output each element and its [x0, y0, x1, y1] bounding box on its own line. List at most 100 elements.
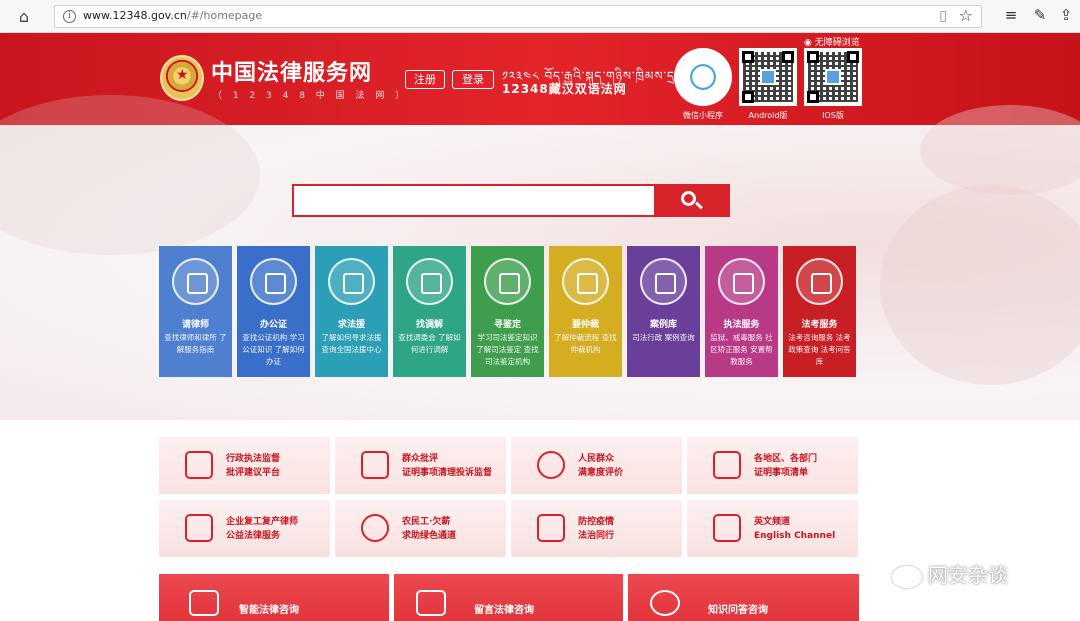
pen-icon[interactable]: ✎ — [1030, 6, 1050, 24]
tile-mediation[interactable]: 找调解 查找调委会 了解如何进行调解 — [393, 246, 466, 377]
card-epidemic-law[interactable]: 防控疫情 法治同行 — [511, 500, 682, 557]
qr-label-android: Android版 — [748, 111, 788, 120]
card-text: 人民群众 满意度评价 — [578, 454, 624, 478]
legal-aid-shield-icon — [328, 258, 375, 305]
tile-law-exam[interactable]: 法考服务 法考咨询服务 法考政策查询 法考问答库 — [783, 246, 856, 377]
url-host: www.12348.gov.cn — [83, 9, 187, 22]
monitor-icon — [185, 451, 213, 479]
card-migrant-wages[interactable]: 农民工·欠薪 求助绿色通道 — [335, 500, 506, 557]
tile-title: 找调解 — [415, 320, 443, 330]
tile-desc: 司法行政 案例查询 — [632, 333, 695, 342]
site-subtitle: （ 1 2 3 4 8 中 国 法 网 ） — [213, 91, 409, 101]
tile-lawyer[interactable]: 请律师 查找律师和律所 了解服务指南 — [159, 246, 232, 377]
wechat-miniprogram-qr — [674, 48, 732, 106]
card-text: 防控疫情 法治同行 — [578, 517, 615, 541]
watermark: 网安杂谈 — [892, 559, 1008, 588]
forensic-seal-icon — [484, 258, 531, 305]
handshake-icon — [406, 258, 453, 305]
arbitration-badge-icon — [562, 258, 609, 305]
tile-enforcement[interactable]: 执法服务 监狱、戒毒服务 社区矫正服务 安置帮教服务 — [705, 246, 778, 377]
tile-title: 寻鉴定 — [493, 320, 521, 330]
tile-desc: 查找调委会 了解如何进行调解 — [398, 333, 461, 354]
bilingual-site-link[interactable]: 12348藏汉双语法网 — [502, 80, 627, 97]
address-bar[interactable]: i www.12348.gov.cn/#/homepage ▯ ☆ — [54, 5, 982, 28]
info-icon[interactable]: i — [63, 10, 76, 23]
chat-bubble-icon — [416, 590, 446, 616]
emblem-icon — [718, 258, 765, 305]
scales-icon — [796, 258, 843, 305]
big-button-label: 留言法律咨询 — [474, 605, 534, 616]
tile-desc: 了解仲裁流程 查找仲裁机构 — [554, 333, 617, 354]
login-button[interactable]: 登录 — [452, 70, 494, 89]
register-button[interactable]: 注册 — [405, 70, 445, 89]
worker-helmet-icon — [361, 514, 389, 542]
tile-title: 办公证 — [259, 320, 287, 330]
card-text: 行政执法监督 批评建议平台 — [226, 454, 281, 478]
tile-case-library[interactable]: 案例库 司法行政 案例查询 — [627, 246, 700, 377]
browser-toolbar: ⌂ i www.12348.gov.cn/#/homepage ▯ ☆ ≡ ✎ … — [0, 0, 1080, 33]
card-english-channel[interactable]: 英文频道 English Channel — [687, 500, 858, 557]
tile-desc: 查找律师和律所 了解服务指南 — [164, 333, 227, 354]
qa-consult-button[interactable]: 知识问答咨询 — [628, 574, 859, 621]
id-card-search-icon — [185, 514, 213, 542]
notary-badge-icon — [250, 258, 297, 305]
search-icon — [681, 191, 696, 206]
home-icon[interactable]: ⌂ — [14, 7, 34, 27]
qr-label-ios: IOS版 — [822, 111, 844, 120]
tile-forensic[interactable]: 寻鉴定 学习司法鉴定知识 了解司法鉴定 查找司法鉴定机构 — [471, 246, 544, 377]
android-app-qr — [739, 48, 797, 106]
tile-title: 要仲裁 — [571, 320, 599, 330]
smart-consult-button[interactable]: 智能法律咨询 — [159, 574, 389, 621]
search-box — [292, 184, 730, 217]
tile-desc: 法考咨询服务 法考政策查询 法考问答库 — [788, 333, 851, 366]
tile-title: 执法服务 — [723, 320, 760, 330]
big-button-label: 智能法律咨询 — [239, 605, 299, 616]
robot-icon — [189, 590, 219, 616]
quick-links-section: 行政执法监督 批评建议平台 群众批评 证明事项清理投诉监督 人民群众 满意度评价 各地… — [0, 420, 1080, 621]
card-business-resumption[interactable]: 企业复工复产律师 公益法律服务 — [159, 500, 330, 557]
qr-label-wechat: 微信小程序 — [683, 111, 723, 120]
document-edit-icon — [537, 514, 565, 542]
hero-banner: 请律师 查找律师和律所 了解服务指南 办公证 查找公证机构 学习公证知识 了解如… — [0, 95, 1080, 420]
reader-mode-icon[interactable]: ▯ — [939, 8, 947, 24]
tile-desc: 学习司法鉴定知识 了解司法鉴定 查找司法鉴定机构 — [476, 333, 539, 366]
site-title[interactable]: 中国法律服务网 — [211, 55, 372, 87]
tile-title: 求法援 — [337, 320, 365, 330]
share-icon[interactable]: ⇪ — [1056, 6, 1076, 24]
message-consult-button[interactable]: 留言法律咨询 — [394, 574, 623, 621]
tile-title: 法考服务 — [801, 320, 838, 330]
national-emblem-icon[interactable] — [160, 55, 204, 101]
favorite-star-icon[interactable]: ☆ — [959, 6, 973, 25]
card-admin-supervision[interactable]: 行政执法监督 批评建议平台 — [159, 437, 330, 494]
card-text: 企业复工复产律师 公益法律服务 — [226, 517, 299, 541]
user-heart-icon — [537, 451, 565, 479]
service-tiles: 请律师 查找律师和律所 了解服务指南 办公证 查找公证机构 学习公证知识 了解如… — [159, 246, 856, 377]
card-text: 英文频道 English Channel — [754, 517, 836, 541]
tile-title: 案例库 — [649, 320, 677, 330]
tile-notary[interactable]: 办公证 查找公证机构 学习公证知识 了解如何办证 — [237, 246, 310, 377]
search-input[interactable] — [294, 186, 654, 215]
wechat-logo-icon — [892, 565, 922, 588]
apple-book-icon — [650, 590, 680, 616]
big-button-label: 知识问答咨询 — [708, 605, 768, 616]
favorites-list-icon[interactable]: ≡ — [1001, 6, 1021, 24]
url-path: /#/homepage — [186, 9, 263, 22]
card-text: 群众批评 证明事项清理投诉监督 — [402, 454, 493, 478]
card-satisfaction[interactable]: 人民群众 满意度评价 — [511, 437, 682, 494]
accessibility-link[interactable]: ◉ 无障碍浏览 — [804, 35, 860, 48]
card-certificate-list[interactable]: 各地区、各部门 证明事项清单 — [687, 437, 858, 494]
card-text: 农民工·欠薪 求助绿色通道 — [402, 517, 457, 541]
tile-desc: 查找公证机构 学习公证知识 了解如何办证 — [242, 333, 305, 366]
tile-legal-aid[interactable]: 求法援 了解如何寻求法援 查询全国法援中心 — [315, 246, 388, 377]
tile-arbitration[interactable]: 要仲裁 了解仲裁流程 查找仲裁机构 — [549, 246, 622, 377]
url-text[interactable]: www.12348.gov.cn/#/homepage — [83, 9, 262, 22]
search-button[interactable] — [654, 184, 728, 217]
tile-title: 请律师 — [181, 320, 209, 330]
lawyer-badge-icon — [172, 258, 219, 305]
card-public-criticism[interactable]: 群众批评 证明事项清理投诉监督 — [335, 437, 506, 494]
en-language-icon — [713, 514, 741, 542]
thumbs-up-icon — [361, 451, 389, 479]
card-text: 各地区、各部门 证明事项清单 — [754, 454, 818, 478]
tile-desc: 了解如何寻求法援 查询全国法援中心 — [321, 333, 382, 354]
books-icon — [640, 258, 687, 305]
